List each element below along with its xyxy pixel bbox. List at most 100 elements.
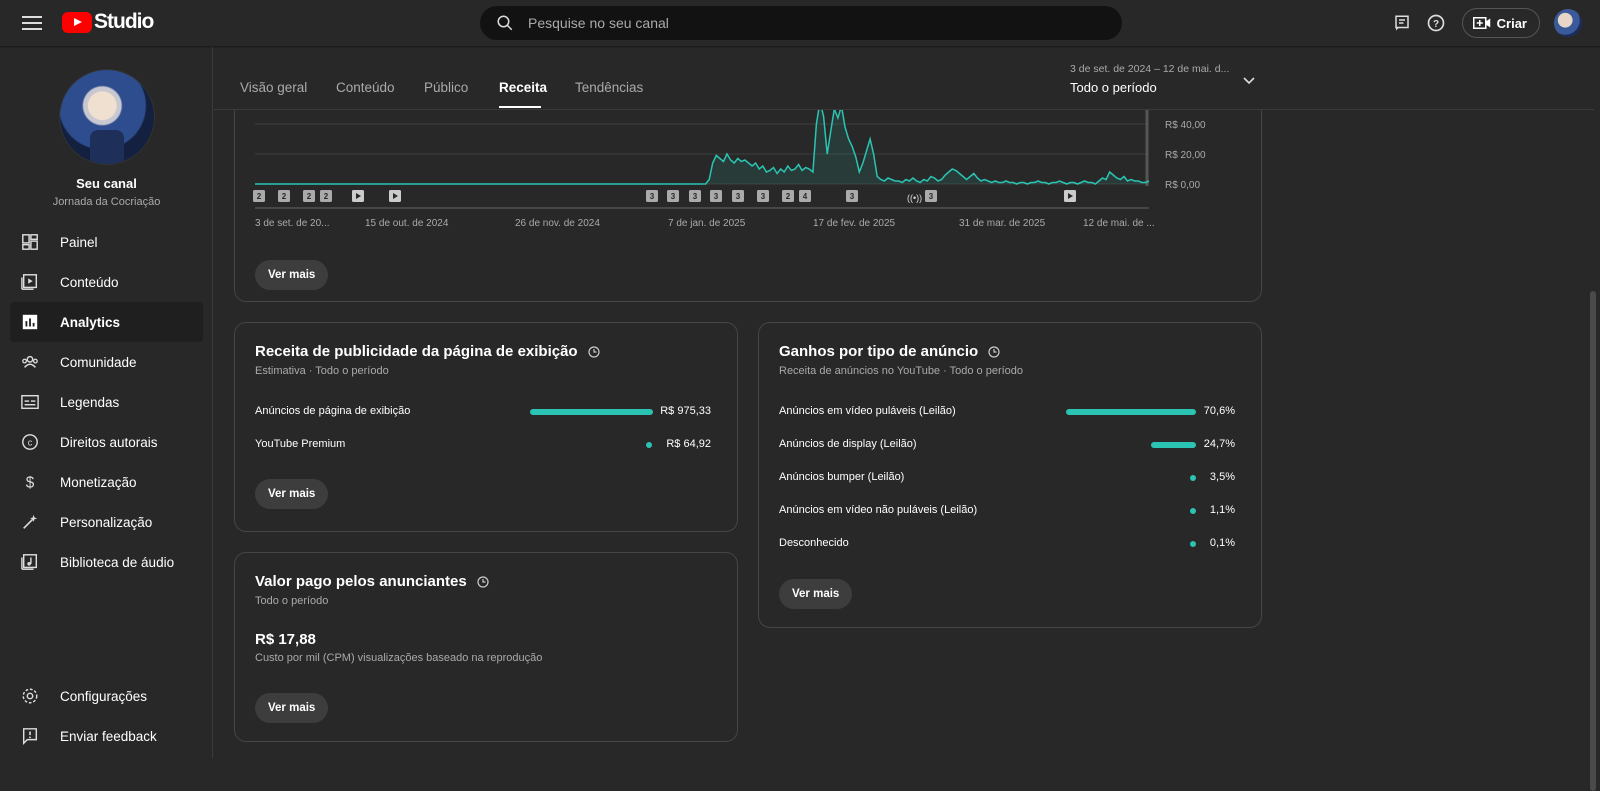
svg-text:c: c xyxy=(28,438,33,448)
share-bar xyxy=(1151,442,1196,448)
customization-icon xyxy=(20,512,40,532)
x-tick-label: 12 de mai. de ... xyxy=(1083,218,1155,229)
card-title-text: Valor pago pelos anunciantes xyxy=(255,573,467,590)
sidebar-item-label: Monetização xyxy=(60,474,137,490)
sidebar-item-biblioteca-de-audio[interactable]: Biblioteca de áudio xyxy=(10,542,203,582)
share-dot xyxy=(646,442,652,448)
button-label: Ver mais xyxy=(268,269,316,281)
clock-icon[interactable] xyxy=(988,345,1000,358)
tab-tendencias[interactable]: Tendências xyxy=(575,80,643,95)
row-label: Anúncios bumper (Leilão) xyxy=(779,471,905,483)
row-label: Anúncios de página de exibição xyxy=(255,405,411,417)
main-content: R$ 40,00 R$ 20,00 R$ 0,00 3 de set. de 20..… xyxy=(214,46,1600,791)
see-more-button[interactable]: Ver mais xyxy=(779,579,853,609)
clock-icon[interactable] xyxy=(477,575,489,588)
row-label: YouTube Premium xyxy=(255,438,346,450)
sidebar-item-analytics[interactable]: Analytics xyxy=(10,302,203,342)
x-tick-label: 7 de jan. de 2025 xyxy=(668,218,746,229)
sidebar-item-label: Painel xyxy=(60,234,98,250)
sidebar-item-painel[interactable]: Painel xyxy=(10,222,203,262)
x-tick-label: 15 de out. de 2024 xyxy=(365,218,449,229)
live-marker-icon: ((•)) xyxy=(907,193,922,203)
sidebar-item-label: Personalização xyxy=(60,514,153,530)
sidebar-item-label: Biblioteca de áudio xyxy=(60,554,175,570)
chart-see-more-button[interactable]: Ver mais xyxy=(255,260,329,290)
sidebar-item-label: Legendas xyxy=(60,394,120,410)
analytics-icon xyxy=(20,312,40,332)
menu-icon[interactable] xyxy=(20,13,44,33)
sidebar-item-label: Analytics xyxy=(60,314,121,330)
chevron-down-icon[interactable] xyxy=(1242,76,1256,86)
row-value: 24,7% xyxy=(1203,438,1235,450)
row-value: 3,5% xyxy=(1209,471,1235,483)
marker-count: 3 xyxy=(929,192,934,201)
channel-avatar[interactable] xyxy=(60,70,154,164)
community-icon xyxy=(20,352,40,372)
sidebar-item-enviar-feedback[interactable]: Enviar feedback xyxy=(10,716,203,756)
watch-page-revenue-card: Receita de publicidade da página de exib… xyxy=(234,322,738,532)
row-value: R$ 64,92 xyxy=(666,438,711,450)
x-tick-label: 26 de nov. de 2024 xyxy=(515,218,600,229)
account-avatar[interactable] xyxy=(1554,9,1582,37)
sidebar-item-legendas[interactable]: Legendas xyxy=(10,382,203,422)
sidebar-item-personalizacao[interactable]: Personalização xyxy=(10,502,203,542)
sidebar-item-direitos-autorais[interactable]: c Direitos autorais xyxy=(10,422,203,462)
x-tick-label: 31 de mar. de 2025 xyxy=(959,218,1046,229)
row-label: Desconhecido xyxy=(779,537,849,549)
sidebar-item-comunidade[interactable]: Comunidade xyxy=(10,342,203,382)
period-range: 3 de set. de 2024 – 12 de mai. d... xyxy=(1070,63,1230,75)
copyright-icon: c xyxy=(20,432,40,452)
tab-visao-geral[interactable]: Visão geral xyxy=(240,80,307,95)
tab-conteudo[interactable]: Conteúdo xyxy=(336,80,395,95)
marker-count: 3 xyxy=(650,192,655,201)
sidebar-item-label: Configurações xyxy=(60,688,148,704)
button-label: Ver mais xyxy=(792,588,840,600)
tab-receita[interactable]: Receita xyxy=(499,80,547,95)
marker-count: 2 xyxy=(282,192,287,201)
share-dot xyxy=(1190,475,1196,481)
ad-type-earnings-card: Ganhos por tipo de anúncio Receita de an… xyxy=(758,322,1262,628)
search-icon[interactable] xyxy=(496,14,514,32)
scrollbar[interactable] xyxy=(1590,291,1596,791)
series-area xyxy=(255,101,1149,184)
youtube-logo-icon xyxy=(62,11,92,33)
period-selector[interactable]: 3 de set. de 2024 – 12 de mai. d... Todo… xyxy=(1070,63,1229,95)
marker-count: 3 xyxy=(671,192,676,201)
subtitles-icon xyxy=(20,392,40,412)
help-icon[interactable]: ? xyxy=(1424,11,1448,35)
sidebar-item-configuracoes[interactable]: Configurações xyxy=(10,676,203,716)
search-input[interactable] xyxy=(528,15,1088,31)
dashboard-icon xyxy=(20,232,40,252)
card-subtitle: Receita de anúncios no YouTube · Todo o … xyxy=(779,365,1024,377)
x-tick-label: 17 de fev. de 2025 xyxy=(813,218,896,229)
marker-count: 2 xyxy=(257,192,262,201)
sidebar-item-monetizacao[interactable]: $ Monetização xyxy=(10,462,203,502)
row-value: 70,6% xyxy=(1203,405,1235,417)
row-label: Anúncios em vídeo puláveis (Leilão) xyxy=(779,405,956,417)
clock-icon[interactable] xyxy=(588,345,600,358)
content-icon xyxy=(20,272,40,292)
sidebar-item-conteudo[interactable]: Conteúdo xyxy=(10,262,203,302)
top-bar: Studio ? Criar xyxy=(0,0,1600,46)
period-label: Todo o período xyxy=(1070,80,1157,95)
card-title: Receita de publicidade da página de exib… xyxy=(255,343,600,360)
see-more-button[interactable]: Ver mais xyxy=(255,479,329,509)
card-subtitle: Estimativa · Todo o período xyxy=(255,365,389,377)
monetization-icon: $ xyxy=(20,472,40,492)
sidebar-item-label: Direitos autorais xyxy=(60,434,158,450)
share-dot xyxy=(1190,541,1196,547)
share-bar xyxy=(530,409,653,415)
marker-count: 4 xyxy=(803,192,808,201)
cpm-value: R$ 17,88 xyxy=(255,631,316,648)
create-button[interactable]: Criar xyxy=(1461,8,1540,38)
x-tick-label: 3 de set. de 20... xyxy=(255,218,330,229)
y-tick-label: R$ 40,00 xyxy=(1165,120,1206,131)
messages-icon[interactable] xyxy=(1390,11,1414,35)
studio-logo[interactable]: Studio xyxy=(62,10,154,34)
tab-publico[interactable]: Público xyxy=(424,80,468,95)
see-more-button[interactable]: Ver mais xyxy=(255,693,329,723)
analytics-tabs: Visão geral Conteúdo Público Receita Ten… xyxy=(214,46,1594,110)
channel-subtitle: Jornada da Cocriação xyxy=(52,196,161,208)
active-tab-indicator xyxy=(499,106,541,108)
marker-count: 3 xyxy=(736,192,741,201)
